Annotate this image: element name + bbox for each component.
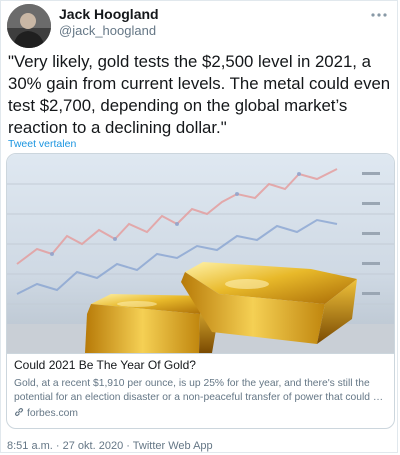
card-description: Gold, at a recent $1,910 per ounce, is u… <box>14 378 384 403</box>
more-options-icon[interactable] <box>371 7 387 25</box>
link-preview-card[interactable]: Could 2021 Be The Year Of Gold? Gold, at… <box>6 153 395 429</box>
tweet-header: Jack Hoogland @jack_hoogland <box>1 1 397 49</box>
tweet-text: "Very likely, gold tests the $2,500 leve… <box>8 52 391 137</box>
avatar[interactable] <box>7 4 51 48</box>
link-icon <box>14 407 24 420</box>
card-domain: forbes.com <box>27 408 78 419</box>
gold-bars-image <box>7 154 394 353</box>
tweet-card: Jack Hoogland @jack_hoogland "Very likel… <box>0 0 398 453</box>
tweet-meta: 8:51 a.m. · 27 okt. 2020 · Twitter Web A… <box>7 440 213 452</box>
author-name[interactable]: Jack Hoogland <box>59 6 159 22</box>
card-domain-row: forbes.com <box>14 407 388 420</box>
author-handle[interactable]: @jack_hoogland <box>59 23 156 38</box>
card-title[interactable]: Could 2021 Be The Year Of Gold? <box>14 358 388 373</box>
card-body: Could 2021 Be The Year Of Gold? Gold, at… <box>7 353 394 428</box>
translate-link[interactable]: Tweet vertalen <box>8 138 76 150</box>
